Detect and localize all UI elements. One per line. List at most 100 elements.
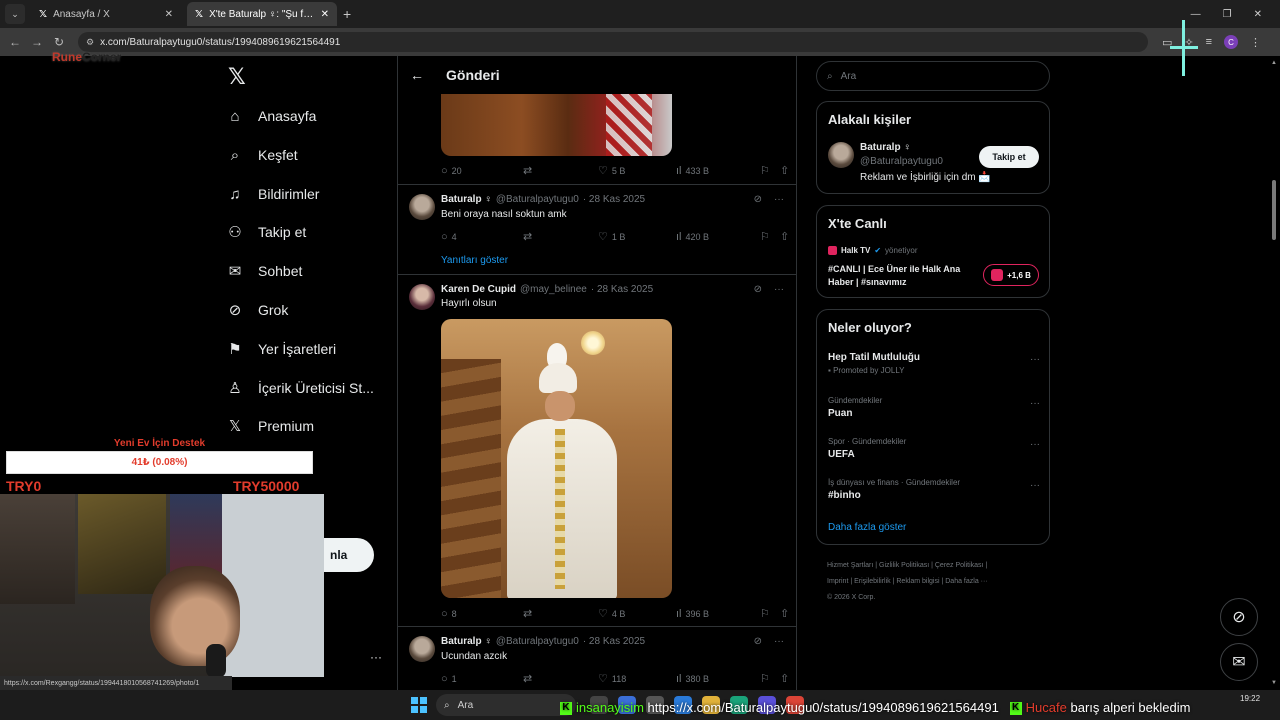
trend-item[interactable]: Gündemdekiler Puan ··· <box>828 396 1040 419</box>
site-info-icon[interactable]: ⚙ <box>86 37 94 48</box>
taskbar-clock[interactable]: 19:22 <box>1240 693 1260 704</box>
avatar[interactable] <box>409 194 435 220</box>
nav-item-premium[interactable]: 𝕏 Premium <box>226 414 314 438</box>
maximize-button[interactable]: ❐ <box>1223 9 1232 20</box>
tweet-photo[interactable] <box>441 319 672 598</box>
tab-search-button[interactable]: ⌄ <box>5 4 25 24</box>
share-button[interactable]: ⇧ <box>780 672 789 685</box>
post-button[interactable]: nla <box>318 538 374 572</box>
person-name[interactable]: Baturalp ♀ <box>860 142 911 153</box>
windows-start-button[interactable] <box>411 697 427 713</box>
bookmark-button[interactable]: ⚐ <box>760 230 780 243</box>
close-icon[interactable]: ✕ <box>321 9 329 20</box>
nav-item-messages[interactable]: ✉ Sohbet <box>226 259 303 283</box>
scroll-down-icon[interactable]: ▼ <box>1271 680 1277 686</box>
author-handle[interactable]: @Baturalpaytugu0 <box>496 636 579 647</box>
nav-item-home[interactable]: ⌂ Anasayfa <box>226 104 316 128</box>
minimize-button[interactable]: — <box>1191 9 1201 20</box>
scroll-up-icon[interactable]: ▲ <box>1271 60 1277 66</box>
author-handle[interactable]: @Baturalpaytugu0 <box>496 194 579 205</box>
grok-icon[interactable]: ⊘ <box>754 194 762 205</box>
forward-button[interactable]: → <box>26 35 48 49</box>
nav-item-notifications[interactable]: ♫ Bildirimler <box>226 182 319 206</box>
more-icon[interactable]: ··· <box>1030 480 1040 491</box>
nav-item-follow[interactable]: ⚇ Takip et <box>226 220 306 244</box>
author-handle[interactable]: @may_belinee <box>520 284 587 295</box>
live-host[interactable]: Halk TV ✔ yönetiyor <box>828 246 918 255</box>
views-stat[interactable]: ıl 433 B <box>676 165 760 177</box>
show-more-link[interactable]: Daha fazla göster <box>828 522 906 533</box>
repost-button[interactable]: ⇄ <box>523 164 598 177</box>
views-stat[interactable]: ıl 396 B <box>676 608 760 620</box>
grok-fab-button[interactable]: ⊘ <box>1220 598 1258 636</box>
avatar[interactable] <box>828 142 854 168</box>
show-replies-link[interactable]: Yanıtları göster <box>441 255 508 266</box>
close-icon[interactable]: ✕ <box>165 9 173 20</box>
account-more-icon[interactable]: ··· <box>370 650 382 664</box>
more-icon[interactable]: ··· <box>1030 439 1040 450</box>
scrollbar-thumb[interactable] <box>1272 180 1276 240</box>
profile-avatar[interactable]: C <box>1224 35 1239 49</box>
repost-button[interactable]: ⇄ <box>523 607 598 620</box>
reload-button[interactable]: ↻ <box>48 35 70 49</box>
nav-item-bookmarks[interactable]: ⚑ Yer İşaretleri <box>226 337 336 361</box>
window-close-button[interactable]: ✕ <box>1254 9 1262 20</box>
post-date[interactable]: · 28 Kas 2025 <box>583 636 645 647</box>
bookmark-button[interactable]: ⚐ <box>760 607 780 620</box>
browser-menu-icon[interactable]: ⋮ <box>1250 36 1261 49</box>
bookmark-button[interactable]: ⚐ <box>760 672 780 685</box>
browser-tab-active[interactable]: 𝕏 X'te Baturalp ♀: "Şu fotonun ark ✕ <box>187 2 337 26</box>
more-icon[interactable]: ··· <box>774 194 784 205</box>
footer-links[interactable]: Hizmet Şartları | Gizlilik Politikası | … <box>827 558 1047 606</box>
like-button[interactable]: ♡ 5 B <box>598 164 676 177</box>
nav-item-grok[interactable]: ⊘ Grok <box>226 298 289 322</box>
x-logo-icon[interactable]: 𝕏 <box>228 64 246 90</box>
repost-button[interactable]: ⇄ <box>523 672 598 685</box>
like-button[interactable]: ♡ 118 <box>598 672 676 685</box>
reply-button[interactable]: ○ 20 <box>441 165 523 177</box>
share-button[interactable]: ⇧ <box>780 230 789 243</box>
scrollbar[interactable]: ▲ ▼ <box>1270 56 1278 690</box>
taskbar-search[interactable]: ⌕ Ara <box>436 694 576 716</box>
nav-item-creator-studio[interactable]: ♙ İçerik Üreticisi St... <box>226 376 374 400</box>
bookmark-button[interactable]: ⚐ <box>760 164 780 177</box>
share-button[interactable]: ⇧ <box>780 607 789 620</box>
more-icon[interactable]: ··· <box>1030 398 1040 409</box>
more-icon[interactable]: ··· <box>774 284 784 295</box>
author-name[interactable]: Baturalp ♀ <box>441 194 492 205</box>
new-tab-button[interactable]: + <box>343 6 351 22</box>
reply-button[interactable]: ○ 1 <box>441 673 523 685</box>
follow-button[interactable]: Takip et <box>979 146 1039 168</box>
share-button[interactable]: ⇧ <box>780 164 789 177</box>
author-name[interactable]: Karen De Cupid <box>441 284 516 295</box>
search-input[interactable]: ⌕ Ara <box>816 61 1050 91</box>
views-stat[interactable]: ıl 420 B <box>676 231 760 243</box>
repost-button[interactable]: ⇄ <box>523 230 598 243</box>
back-button[interactable]: ← <box>4 35 26 49</box>
post-date[interactable]: · 28 Kas 2025 <box>591 284 653 295</box>
live-listeners-badge[interactable]: +1,6 B <box>983 264 1039 286</box>
avatar[interactable] <box>409 636 435 662</box>
views-stat[interactable]: ıl 380 B <box>676 673 760 685</box>
trend-item[interactable]: Spor · Gündemdekiler UEFA ··· <box>828 437 1040 460</box>
post-date[interactable]: · 28 Kas 2025 <box>583 194 645 205</box>
reply-button[interactable]: ○ 8 <box>441 608 523 620</box>
author-name[interactable]: Baturalp ♀ <box>441 636 492 647</box>
back-arrow-icon[interactable]: ← <box>410 67 424 83</box>
like-button[interactable]: ♡ 1 B <box>598 230 676 243</box>
reply-button[interactable]: ○ 4 <box>441 231 523 243</box>
more-icon[interactable]: ··· <box>774 636 784 647</box>
like-button[interactable]: ♡ 4 B <box>598 607 676 620</box>
more-icon[interactable]: ··· <box>1030 354 1040 365</box>
url-field[interactable]: ⚙ x.com/Baturalpaytugu0/status/199408961… <box>78 32 1148 52</box>
browser-tab[interactable]: 𝕏 Anasayfa / X ✕ <box>31 2 181 26</box>
grok-icon[interactable]: ⊘ <box>754 284 762 295</box>
trend-item[interactable]: Hep Tatil Mutluluğu ▪ Promoted by JOLLY … <box>828 352 1040 375</box>
avatar[interactable] <box>409 284 435 310</box>
person-handle[interactable]: @Baturalpaytugu0 <box>860 156 943 167</box>
main-post-image[interactable] <box>441 94 672 156</box>
grok-icon[interactable]: ⊘ <box>754 636 762 647</box>
nav-item-explore[interactable]: ⌕ Keşfet <box>226 143 298 167</box>
live-stream-title[interactable]: #CANLI | Ece Üner ile Halk Ana Haber | #… <box>828 263 978 289</box>
messages-fab-button[interactable]: ✉ <box>1220 643 1258 681</box>
